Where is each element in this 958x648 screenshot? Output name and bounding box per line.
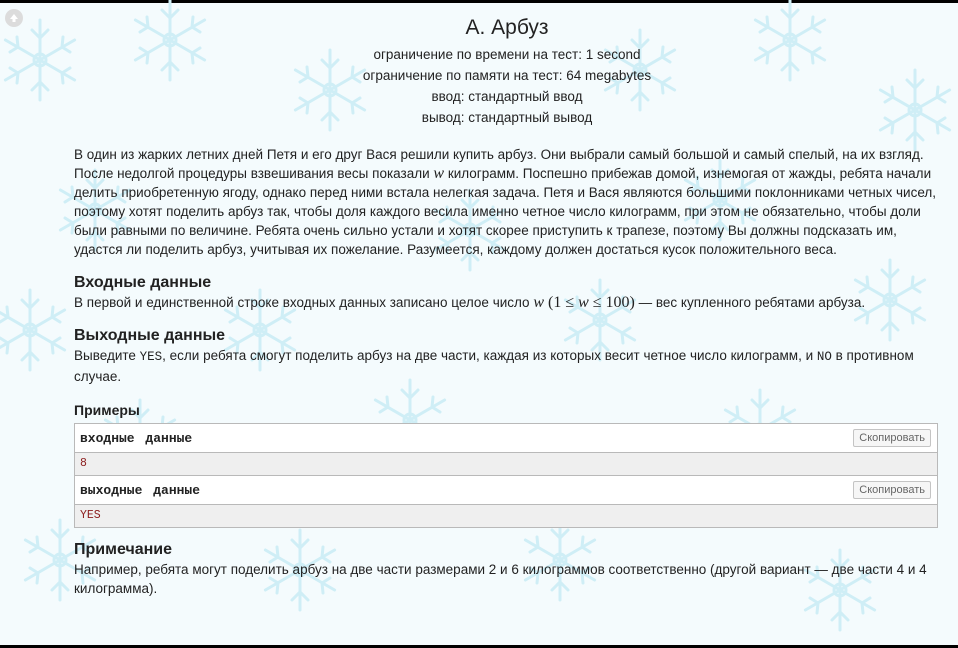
input-text-after: — вес купленного ребятами арбуза. [634,295,866,310]
sample-output-header: выходные данные Скопировать [75,476,937,504]
output-no: NO [816,350,832,364]
output-title: Выходные данные [74,327,226,344]
sample-input-header: входные данные Скопировать [75,424,937,452]
sample-output-label: выходные данные [80,482,201,498]
sample-output: выходные данные Скопировать YES [75,475,937,527]
input-text-before: В первой и единственной строке входных д… [74,295,534,310]
input-file: ввод: стандартный ввод [431,89,583,104]
note-section: Примечание Например, ребята могут подели… [74,540,940,598]
browser-viewport: A. Арбуз ограничение по времени на тест:… [0,0,958,648]
time-limit: ограничение по времени на тест: 1 second [373,47,641,62]
copy-output-button[interactable]: Скопировать [853,481,931,499]
output-text: Выведите YES, если ребята смогут поделит… [74,346,940,386]
memory-limit: ограничение по памяти на тест: 64 megaby… [362,68,652,83]
output-yes: YES [139,350,163,364]
sample-output-value[interactable]: YES [75,504,937,527]
sample-test: входные данные Скопировать 8 выходные да… [74,423,938,528]
problem-title: A. Арбуз [465,16,549,39]
output-text-middle: , если ребята смогут поделить арбуз на д… [162,348,817,363]
examples-section: Примеры входные данные Скопировать 8 вых… [74,400,940,528]
scroll-top-button[interactable] [5,9,23,27]
copy-input-button[interactable]: Скопировать [853,429,931,447]
input-math-open: (1 ≤ [543,294,579,311]
input-math-close: ≤ 100) [588,294,635,311]
input-title: Входные данные [74,274,212,291]
examples-title: Примеры [74,402,140,418]
note-text: Например, ребята могут поделить арбуз на… [74,562,927,596]
input-text: В первой и единственной строке входных д… [74,293,940,312]
input-math-var: w [578,294,589,311]
problem-legend: В один из жарких летних дней Петя и его … [74,145,940,259]
sample-input-value[interactable]: 8 [75,452,937,475]
sample-input: входные данные Скопировать 8 [75,424,937,475]
note-title: Примечание [74,541,173,558]
sample-input-label: входные данные [80,430,193,446]
output-file: вывод: стандартный вывод [421,110,593,125]
problem-header: A. Арбуз ограничение по времени на тест:… [74,12,940,128]
legend-var-w: w [433,165,445,182]
input-specification: Входные данные В первой и единственной с… [74,273,940,312]
output-specification: Выходные данные Выведите YES, если ребят… [74,326,940,386]
problem-statement: A. Арбуз ограничение по времени на тест:… [74,12,940,598]
arrow-up-icon [10,14,18,22]
input-var-w: w [533,294,544,311]
output-text-before: Выведите [74,348,140,363]
